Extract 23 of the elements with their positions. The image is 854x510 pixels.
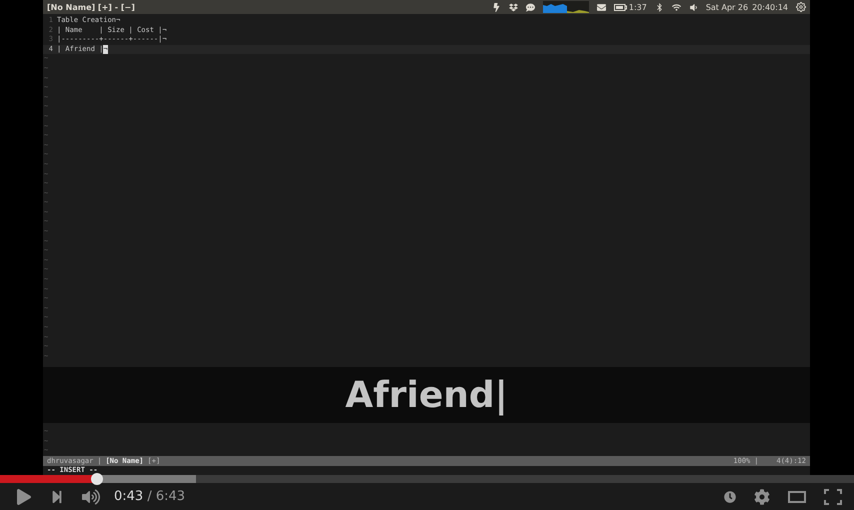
- chat-bubble-icon[interactable]: [526, 2, 535, 12]
- volume-button[interactable]: [82, 488, 100, 506]
- bolt-icon[interactable]: [492, 2, 501, 12]
- date-text[interactable]: Sat Apr 26: [706, 2, 748, 12]
- caption: Afriend|: [43, 367, 810, 424]
- settings-icon[interactable]: [796, 2, 806, 12]
- battery-time: 1:37: [628, 2, 647, 12]
- wifi-icon[interactable]: [672, 2, 681, 12]
- settings-button[interactable]: [754, 488, 770, 504]
- time-display: 0:43 / 6:43: [114, 489, 186, 504]
- theater-mode-button[interactable]: [788, 490, 806, 502]
- box-icon[interactable]: [508, 2, 518, 12]
- window-title: [No Name] [+] - [−]: [47, 2, 135, 12]
- battery-icon[interactable]: [614, 4, 627, 10]
- watch-later-button[interactable]: [724, 490, 736, 502]
- play-button[interactable]: [16, 488, 32, 504]
- next-button[interactable]: [50, 490, 64, 504]
- mail-icon[interactable]: [596, 2, 606, 12]
- system-monitor-graph-icon[interactable]: [542, 1, 589, 13]
- fullscreen-button[interactable]: [824, 488, 842, 504]
- volume-icon[interactable]: [688, 2, 698, 12]
- clock-text[interactable]: 20:40:14: [752, 2, 788, 12]
- bluetooth-icon[interactable]: [654, 2, 664, 12]
